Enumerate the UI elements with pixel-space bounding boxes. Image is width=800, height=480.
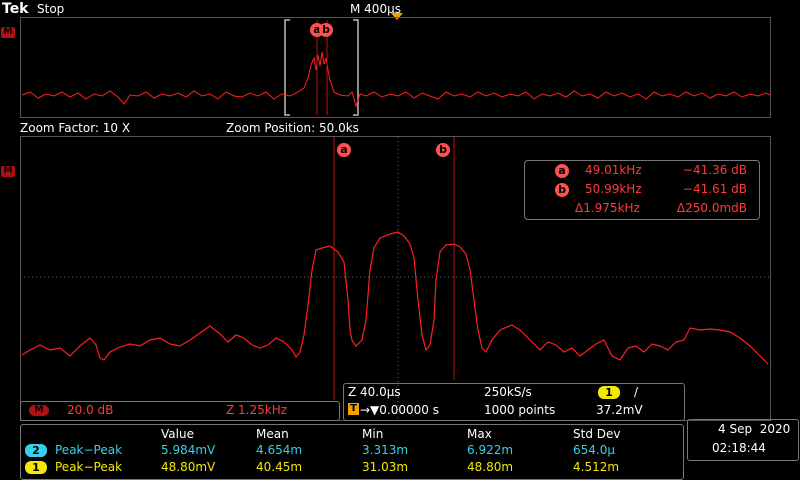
math-vertical-scale: 20.0 dB: [67, 403, 114, 417]
meas-mean: 40.45m: [256, 460, 303, 474]
record-length: 1000 points: [484, 403, 556, 417]
main-math-channel-label[interactable]: M: [1, 166, 15, 177]
meas-min: 31.03m: [362, 460, 409, 474]
zoom-time-scale: Z 40.0µs: [348, 385, 401, 399]
zoom-position: Zoom Position: 50.0ks: [226, 121, 359, 135]
cursor-a-frequency: 49.01kHz: [585, 163, 642, 177]
channel-2-badge: 2: [25, 444, 47, 457]
acquisition-info[interactable]: Z 40.0µs 250kS/s 1 / T →▼0.00000 s 1000 …: [343, 383, 685, 421]
math-horizontal-scale: Z 1.25kHz: [226, 403, 288, 417]
trigger-level: 37.2mV: [596, 403, 643, 417]
time: 02:18:44: [712, 441, 766, 455]
trigger-source-badge: 1: [598, 386, 620, 399]
cursor-delta-frequency: Δ1.975kHz: [575, 201, 640, 215]
cursor-a-readout: a 49.01kHz −41.36 dB: [525, 163, 759, 181]
meas-header-min: Min: [362, 427, 384, 441]
meas-max: 48.80m: [467, 460, 514, 474]
meas-name: Peak−Peak: [55, 460, 123, 474]
cursor-b-level: −41.61 dB: [682, 182, 747, 196]
meas-min: 3.313m: [362, 443, 409, 457]
main-trace: [21, 231, 769, 365]
trigger-icon: T: [348, 403, 359, 415]
main-cursor-b-handle[interactable]: b: [436, 143, 450, 157]
cursor-a-level: −41.36 dB: [682, 163, 747, 177]
overview-cursor-b-handle[interactable]: b: [319, 23, 333, 37]
cursor-delta-level: Δ250.0mdB: [676, 201, 747, 215]
zoom-factor: Zoom Factor: 10 X: [20, 121, 131, 135]
meas-header-value: Value: [161, 427, 194, 441]
meas-stddev: 654.0µ: [573, 443, 615, 457]
cursor-b-frequency: 50.99kHz: [585, 182, 642, 196]
main-cursor-a-handle[interactable]: a: [337, 143, 351, 157]
meas-header-stddev: Std Dev: [573, 427, 621, 441]
meas-value: 48.80mV: [161, 460, 216, 474]
trigger-position: →▼0.00000 s: [360, 403, 439, 417]
math-channel-info[interactable]: M 20.0 dB Z 1.25kHz: [20, 401, 340, 421]
table-row[interactable]: 1 Peak−Peak 48.80mV 40.45m 31.03m 48.80m…: [21, 460, 683, 476]
measurement-table[interactable]: Value Mean Min Max Std Dev 2 Peak−Peak 5…: [20, 424, 684, 480]
meas-max: 6.922m: [467, 443, 514, 457]
cursor-delta-readout: Δ1.975kHz Δ250.0mdB: [525, 201, 759, 219]
meas-header-max: Max: [467, 427, 492, 441]
trigger-slope-icon: /: [634, 385, 639, 399]
date-time-display: 4 Sep 2020 02:18:44: [687, 419, 799, 461]
meas-header-mean: Mean: [256, 427, 289, 441]
sample-rate: 250kS/s: [484, 385, 532, 399]
channel-1-badge: 1: [25, 461, 47, 474]
meas-name: Peak−Peak: [55, 443, 123, 457]
date: 4 Sep 2020: [718, 422, 791, 436]
meas-stddev: 4.512m: [573, 460, 620, 474]
cursor-b-badge: b: [555, 183, 569, 197]
math-channel-badge: M: [29, 405, 49, 416]
meas-mean: 4.654m: [256, 443, 303, 457]
overview-frame: [20, 17, 771, 118]
table-row[interactable]: 2 Peak−Peak 5.984mV 4.654m 3.313m 6.922m…: [21, 443, 683, 459]
cursor-a-badge: a: [555, 164, 569, 178]
meas-value: 5.984mV: [161, 443, 216, 457]
overview-trace: [21, 51, 771, 108]
cursor-readout-panel: a 49.01kHz −41.36 dB b 50.99kHz −41.61 d…: [524, 160, 760, 220]
cursor-b-readout: b 50.99kHz −41.61 dB: [525, 182, 759, 200]
